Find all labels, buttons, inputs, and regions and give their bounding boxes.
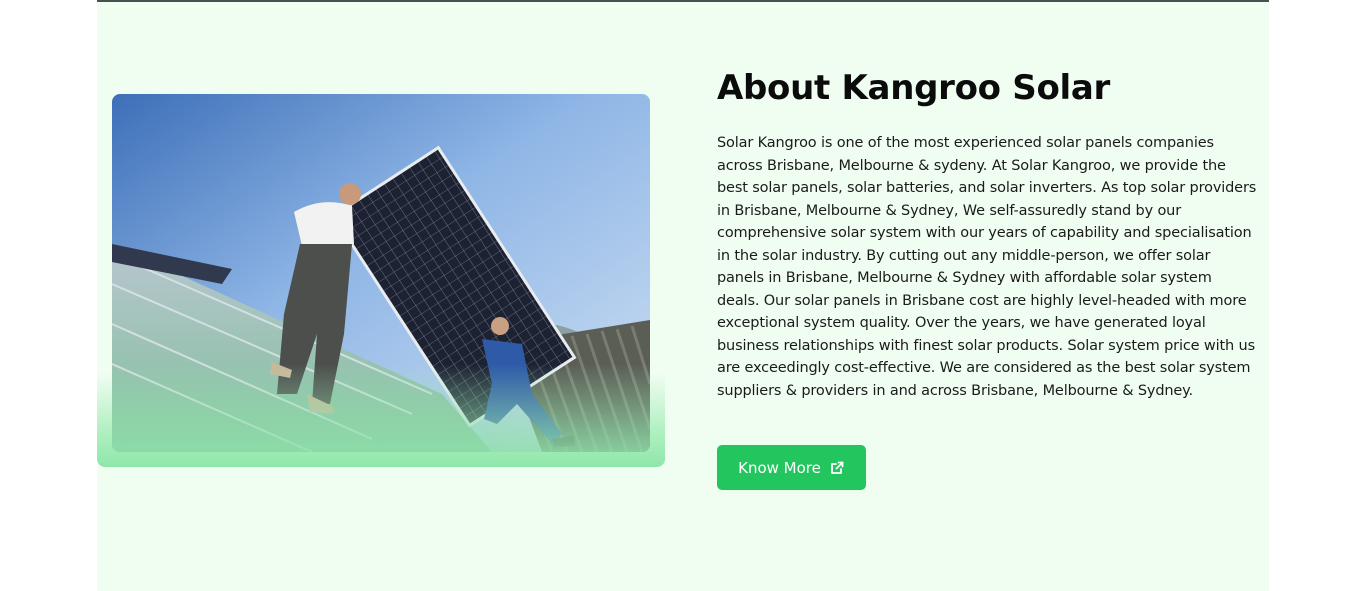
about-content: About Kangroo Solar Solar Kangroo is one… [717,66,1257,402]
external-link-icon [829,460,845,476]
about-image-card [97,94,665,467]
section-description: Solar Kangroo is one of the most experie… [717,135,1257,399]
section-title: About Kangroo Solar [717,68,1110,108]
solar-install-photo [112,94,650,452]
top-divider [97,0,1269,2]
know-more-button[interactable]: Know More [717,445,866,490]
know-more-label: Know More [738,458,821,477]
